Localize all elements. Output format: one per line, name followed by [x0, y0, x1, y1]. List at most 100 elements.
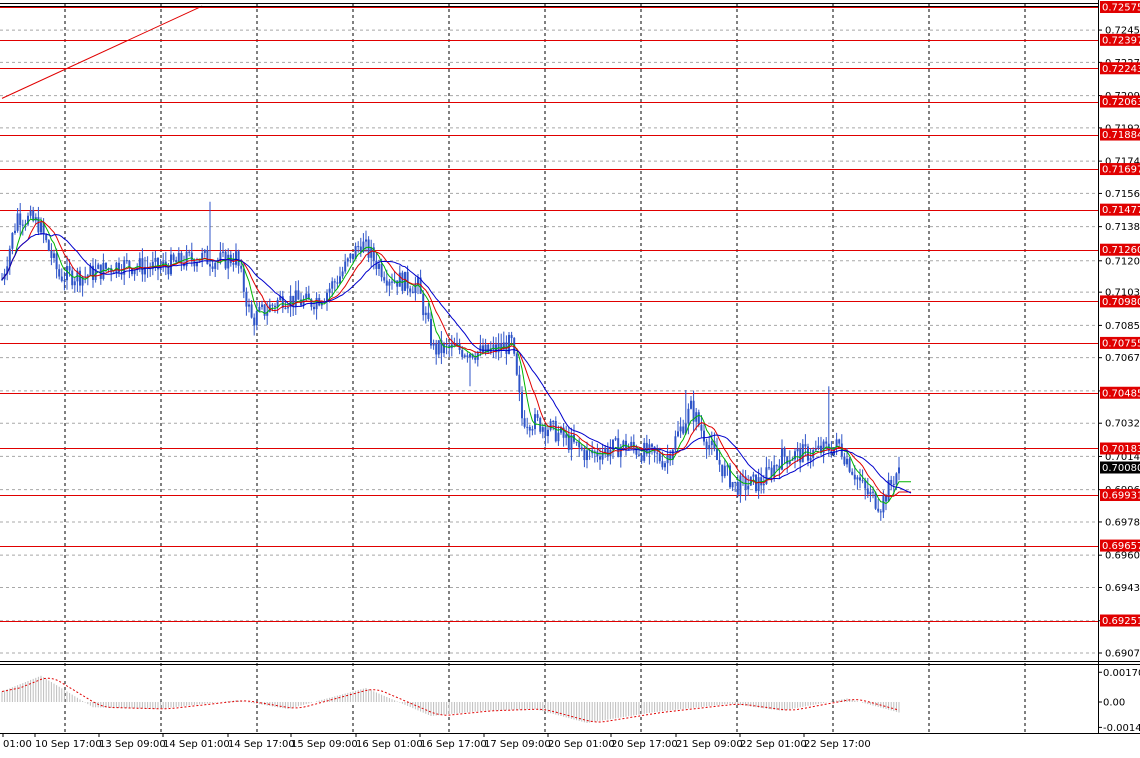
candle-body [752, 474, 755, 477]
candle-body [846, 458, 848, 465]
candle-body [661, 461, 664, 468]
candle-body [799, 448, 802, 463]
candle-body [284, 307, 287, 309]
candle-body [757, 477, 760, 492]
candle-body [664, 463, 666, 468]
candle-body [521, 392, 523, 419]
candle-body [253, 317, 256, 326]
oscillator-panel [1, 675, 900, 723]
candle-body [294, 290, 297, 307]
time-tick-label: 20 Sep 01:00 [548, 739, 615, 750]
candle-body [118, 262, 120, 273]
level-price-tag-label: 0.72243 [1102, 64, 1140, 75]
candle-body [352, 253, 354, 260]
candle-body [575, 441, 578, 443]
candle-body [708, 445, 711, 450]
candle-body [336, 282, 339, 284]
candle-body [63, 280, 66, 282]
candle-body [809, 457, 812, 461]
candle-body [536, 414, 539, 418]
candle-body [762, 483, 765, 486]
candle-body [313, 306, 315, 310]
candle-body [705, 441, 708, 450]
candle-body [242, 268, 245, 292]
candle-body [541, 427, 544, 432]
chart-window: 0.724500.722750.720950.719200.717400.715… [0, 0, 1140, 754]
candle-body [583, 449, 586, 461]
candle-body [716, 448, 718, 460]
candle-body [445, 344, 448, 346]
osc-tick-label: 0.001709 [1103, 668, 1140, 679]
candle-body [380, 263, 383, 278]
candle-body [16, 213, 19, 231]
time-tick-label: 10 Sep 17:00 [35, 739, 102, 750]
candle-body [859, 477, 861, 481]
candle-body [435, 343, 438, 355]
candle-body [869, 491, 872, 495]
candle-body [209, 264, 211, 267]
time-tick-label: 20 Sep 17:00 [611, 739, 678, 750]
price-tick-label: 0.71565 [1105, 189, 1140, 200]
level-price-tag-label: 0.72397 [1102, 35, 1140, 46]
osc-tick-label: -0.00145 [1103, 723, 1140, 734]
candle-body [877, 508, 880, 512]
candle-body [638, 454, 640, 456]
candle-body [710, 440, 713, 446]
candle-body [510, 334, 513, 339]
candle-body [222, 251, 224, 253]
candle-body [365, 239, 367, 242]
candle-body [547, 429, 549, 437]
level-price-tag-label: 0.71697 [1102, 165, 1140, 176]
candle-body [385, 280, 388, 286]
candle-body [219, 252, 222, 261]
candle-body [775, 465, 778, 467]
candle-body [349, 253, 352, 259]
grid [0, 3, 1098, 733]
candle-body [60, 276, 63, 281]
candle-body [383, 277, 386, 281]
candle-body [482, 345, 484, 353]
candle-body [175, 260, 178, 263]
candle-body [40, 222, 42, 233]
candle-body [50, 250, 53, 258]
time-tick-label: 15 Sep 09:00 [291, 739, 358, 750]
candle-body [391, 281, 393, 283]
time-tick-label: 14 Sep 17:00 [228, 739, 295, 750]
candle-body [177, 252, 180, 263]
candle-body [697, 412, 700, 425]
candle-body [240, 265, 243, 269]
candle-body [411, 291, 414, 294]
candle-body [141, 258, 144, 275]
candle-body [890, 479, 893, 484]
candle-body [346, 258, 349, 262]
candle-body [398, 272, 401, 287]
price-chart[interactable]: 0.724500.722750.720950.719200.717400.715… [0, 0, 1140, 754]
candle-body [640, 455, 643, 461]
time-axis: 01:00 10 Sep 17:0013 Sep 09:0014 Sep 01:0… [2, 733, 871, 750]
candle-body [606, 447, 609, 457]
candle-body [817, 445, 820, 449]
candle-body [552, 420, 555, 422]
candle-body [357, 246, 360, 248]
candle-body [258, 306, 261, 312]
level-price-tag-label: 0.69657 [1102, 541, 1140, 552]
candle-body [786, 456, 789, 464]
candle-body [170, 254, 172, 275]
candle-body [703, 430, 705, 442]
candle-body [68, 266, 71, 271]
candle-body [172, 254, 175, 261]
candle-body [466, 355, 469, 358]
candle-body [32, 210, 35, 221]
candle-body [679, 426, 682, 432]
candle-body [97, 264, 100, 269]
candle-body [885, 495, 887, 502]
candle-body [29, 210, 32, 216]
candle-body [232, 263, 235, 265]
time-tick-label: 16 Sep 01:00 [356, 739, 423, 750]
candle-body [331, 281, 334, 289]
time-tick-label: 16 Sep 17:00 [420, 739, 487, 750]
price-tick-label: 0.69430 [1105, 583, 1140, 594]
candle-body [53, 253, 55, 258]
candle-body [315, 297, 318, 310]
candle-body [422, 293, 425, 316]
